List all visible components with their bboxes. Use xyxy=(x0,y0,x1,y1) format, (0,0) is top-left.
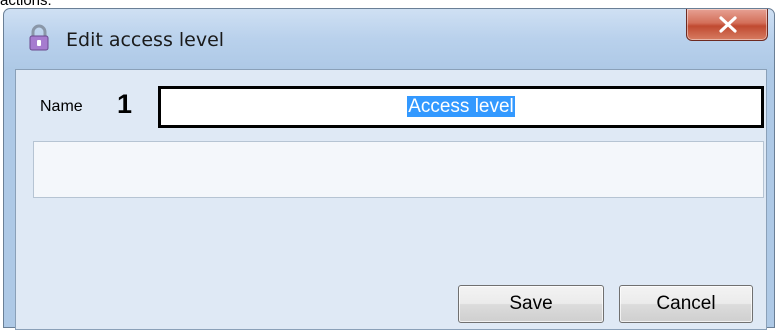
step-marker: 1 xyxy=(117,89,133,119)
description-field[interactable] xyxy=(33,141,764,198)
name-input[interactable]: Access level xyxy=(158,86,764,128)
window-title: Edit access level xyxy=(66,29,225,51)
name-label: Name xyxy=(40,98,83,115)
name-input-value: Access level xyxy=(407,96,515,117)
close-icon xyxy=(719,16,737,33)
close-button[interactable] xyxy=(686,9,768,41)
save-button[interactable]: Save xyxy=(458,285,604,323)
dialog-content: Name 1 Access level Save Cancel xyxy=(15,69,767,330)
title-bar[interactable]: Edit access level xyxy=(4,9,774,63)
cancel-button[interactable]: Cancel xyxy=(619,285,753,323)
edit-access-level-dialog: Edit access level Name 1 Access level Sa… xyxy=(3,8,775,330)
lock-icon xyxy=(28,24,50,52)
